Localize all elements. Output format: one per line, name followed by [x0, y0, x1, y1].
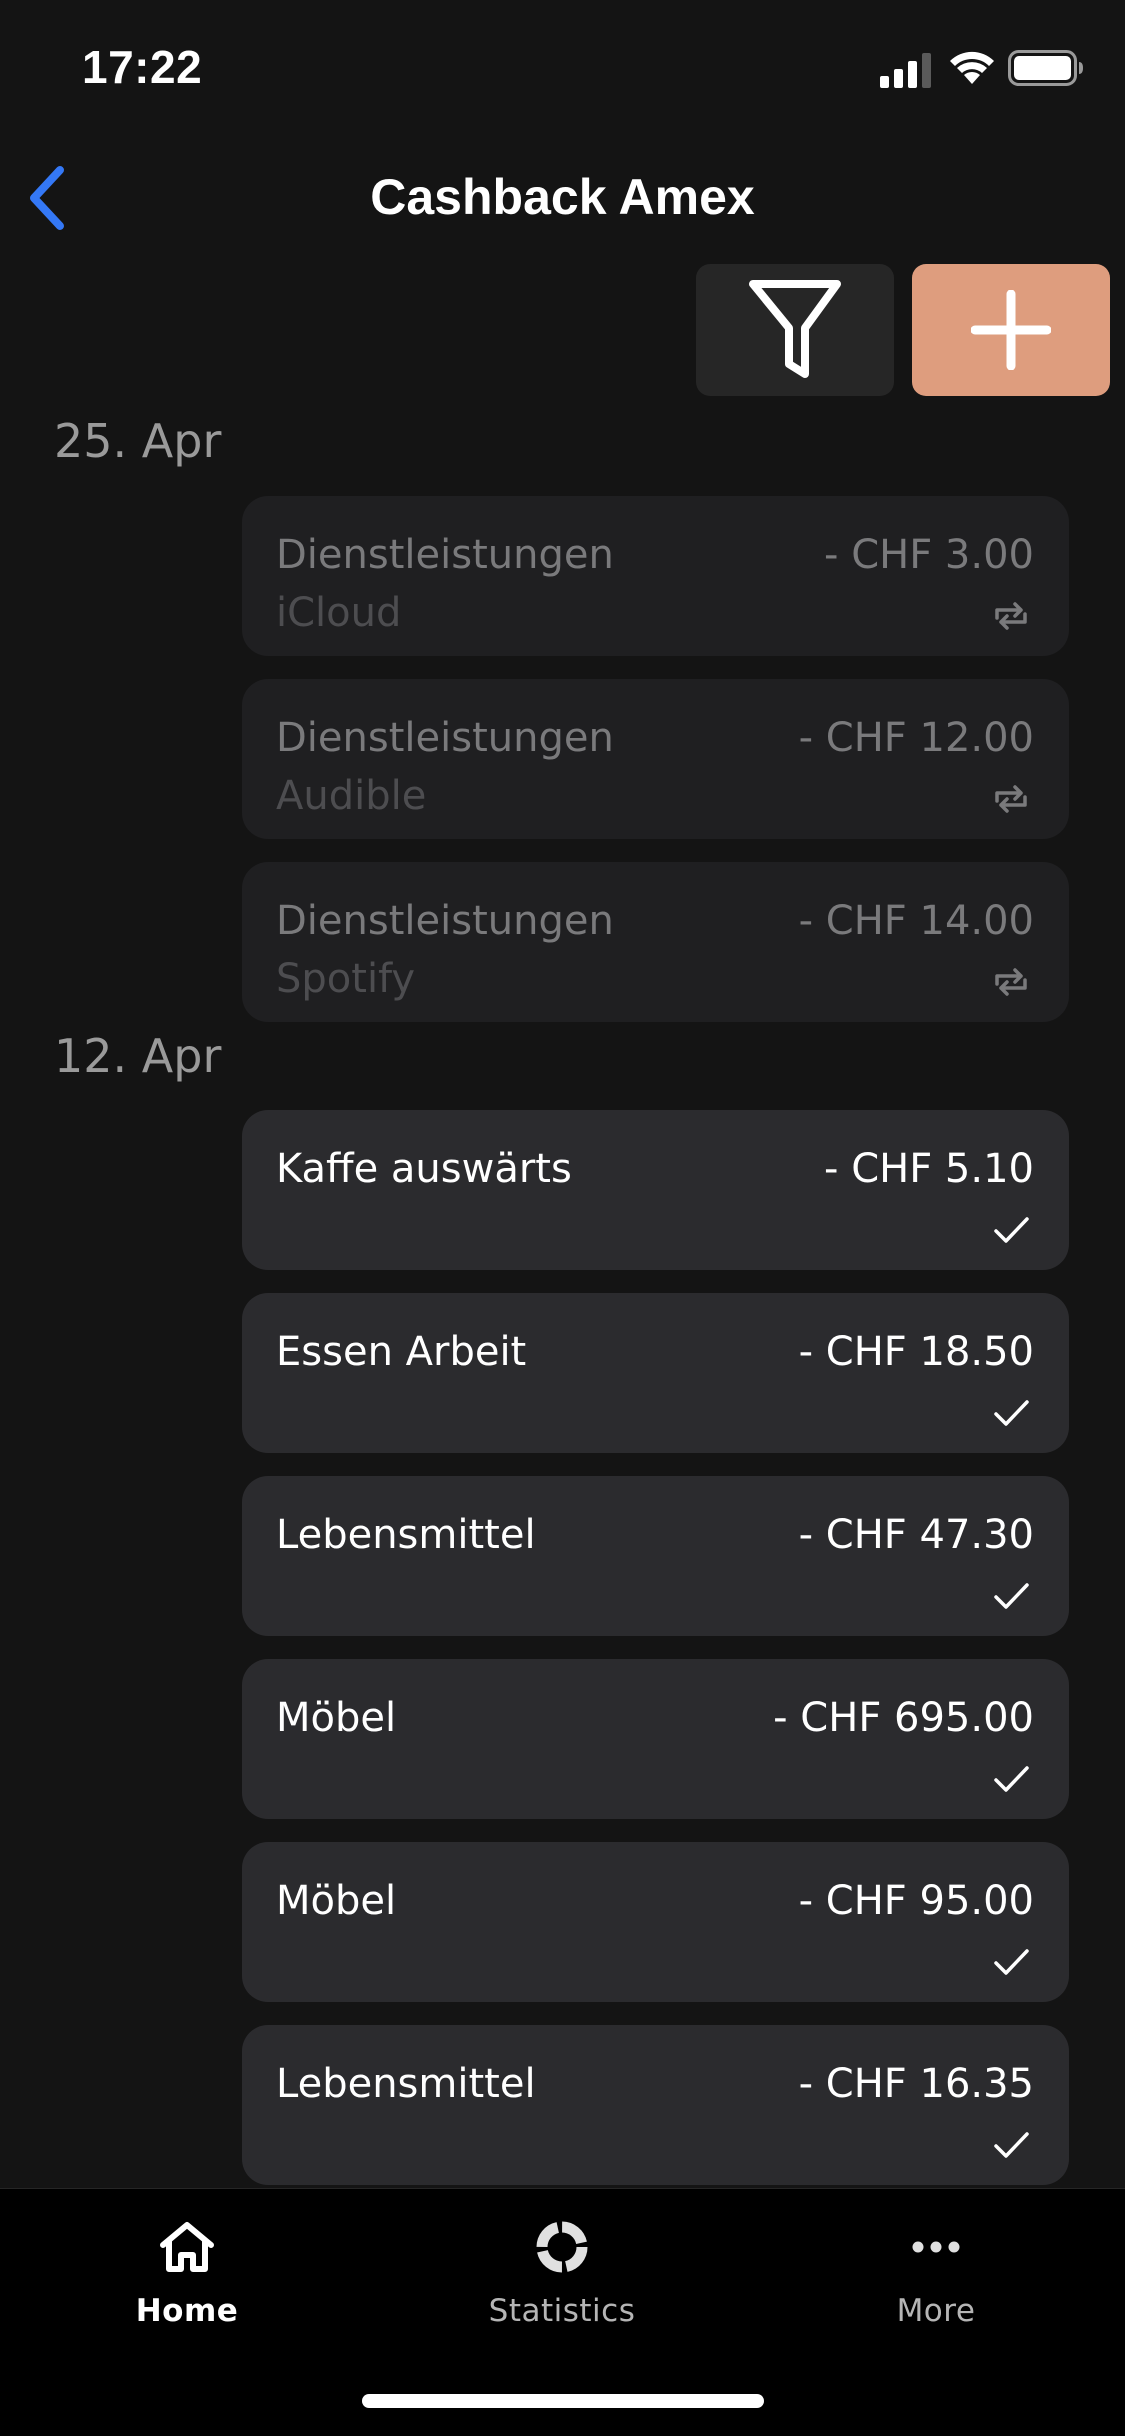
- transaction-amount: - CHF 3.00: [824, 532, 1034, 578]
- transaction-card[interactable]: Lebensmittel - CHF 16.35: [242, 2025, 1069, 2185]
- checkmark-icon: [994, 1949, 1029, 1975]
- tab-label: Statistics: [488, 2293, 636, 2329]
- transaction-card[interactable]: Dienstleistungen - CHF 12.00 Audible: [242, 679, 1069, 839]
- transaction-amount: - CHF 95.00: [798, 1878, 1034, 1924]
- tab-label: More: [896, 2293, 976, 2329]
- tab-statistics[interactable]: Statistics: [442, 2217, 682, 2337]
- status-bar: 17:22: [0, 0, 1125, 140]
- tab-more[interactable]: More: [816, 2217, 1056, 2337]
- battery-icon: [1008, 50, 1083, 86]
- checkmark-icon: [994, 1400, 1029, 1426]
- transaction-category: Lebensmittel: [276, 2061, 536, 2107]
- transaction-amount: - CHF 12.00: [798, 715, 1034, 761]
- transaction-amount: - CHF 18.50: [798, 1329, 1034, 1375]
- transaction-card[interactable]: Dienstleistungen - CHF 14.00 Spotify: [242, 862, 1069, 1022]
- transaction-category: Kaffe auswärts: [276, 1146, 572, 1192]
- more-icon: [912, 2241, 960, 2253]
- transaction-category: Dienstleistungen: [276, 898, 614, 944]
- transaction-card[interactable]: Möbel - CHF 95.00: [242, 1842, 1069, 2002]
- transaction-category: Essen Arbeit: [276, 1329, 527, 1375]
- filter-icon: [749, 280, 841, 378]
- checkmark-icon: [994, 1583, 1029, 1609]
- tab-label: Home: [135, 2293, 239, 2329]
- transaction-category: Dienstleistungen: [276, 715, 614, 761]
- recurring-icon: [995, 968, 1027, 996]
- statistics-icon: [536, 2221, 588, 2273]
- checkmark-icon: [994, 2132, 1029, 2158]
- transaction-amount: - CHF 5.10: [824, 1146, 1034, 1192]
- recurring-icon: [995, 785, 1027, 813]
- recurring-icon: [995, 602, 1027, 630]
- transaction-amount: - CHF 14.00: [798, 898, 1034, 944]
- home-indicator: [362, 2394, 764, 2408]
- date-header: 12. Apr: [54, 1029, 222, 1083]
- status-time: 17:22: [82, 41, 203, 93]
- checkmark-icon: [994, 1766, 1029, 1792]
- transaction-note: Audible: [276, 773, 427, 819]
- add-button[interactable]: [912, 264, 1110, 396]
- transaction-card[interactable]: Möbel - CHF 695.00: [242, 1659, 1069, 1819]
- tab-home[interactable]: Home: [67, 2217, 307, 2337]
- cellular-signal-icon: [880, 53, 931, 88]
- filter-button[interactable]: [696, 264, 894, 396]
- transaction-note: iCloud: [276, 590, 402, 636]
- transaction-category: Möbel: [276, 1695, 397, 1741]
- home-icon: [160, 2222, 214, 2272]
- transaction-amount: - CHF 47.30: [798, 1512, 1034, 1558]
- screen: 17:22 Cashback Amex 25. Apr Dienstleistu…: [0, 0, 1125, 2436]
- transaction-amount: - CHF 695.00: [773, 1695, 1034, 1741]
- page-title: Cashback Amex: [370, 169, 755, 225]
- transaction-card[interactable]: Kaffe auswärts - CHF 5.10: [242, 1110, 1069, 1270]
- transaction-card[interactable]: Lebensmittel - CHF 47.30: [242, 1476, 1069, 1636]
- checkmark-icon: [994, 1217, 1029, 1243]
- date-header: 25. Apr: [54, 414, 222, 468]
- transaction-card[interactable]: Essen Arbeit - CHF 18.50: [242, 1293, 1069, 1453]
- transaction-category: Möbel: [276, 1878, 397, 1924]
- transaction-category: Lebensmittel: [276, 1512, 536, 1558]
- plus-icon: [971, 290, 1051, 370]
- transaction-category: Dienstleistungen: [276, 532, 614, 578]
- wifi-icon: [950, 51, 994, 84]
- transaction-note: Spotify: [276, 956, 416, 1002]
- transaction-card[interactable]: Dienstleistungen - CHF 3.00 iCloud: [242, 496, 1069, 656]
- transaction-amount: - CHF 16.35: [798, 2061, 1034, 2107]
